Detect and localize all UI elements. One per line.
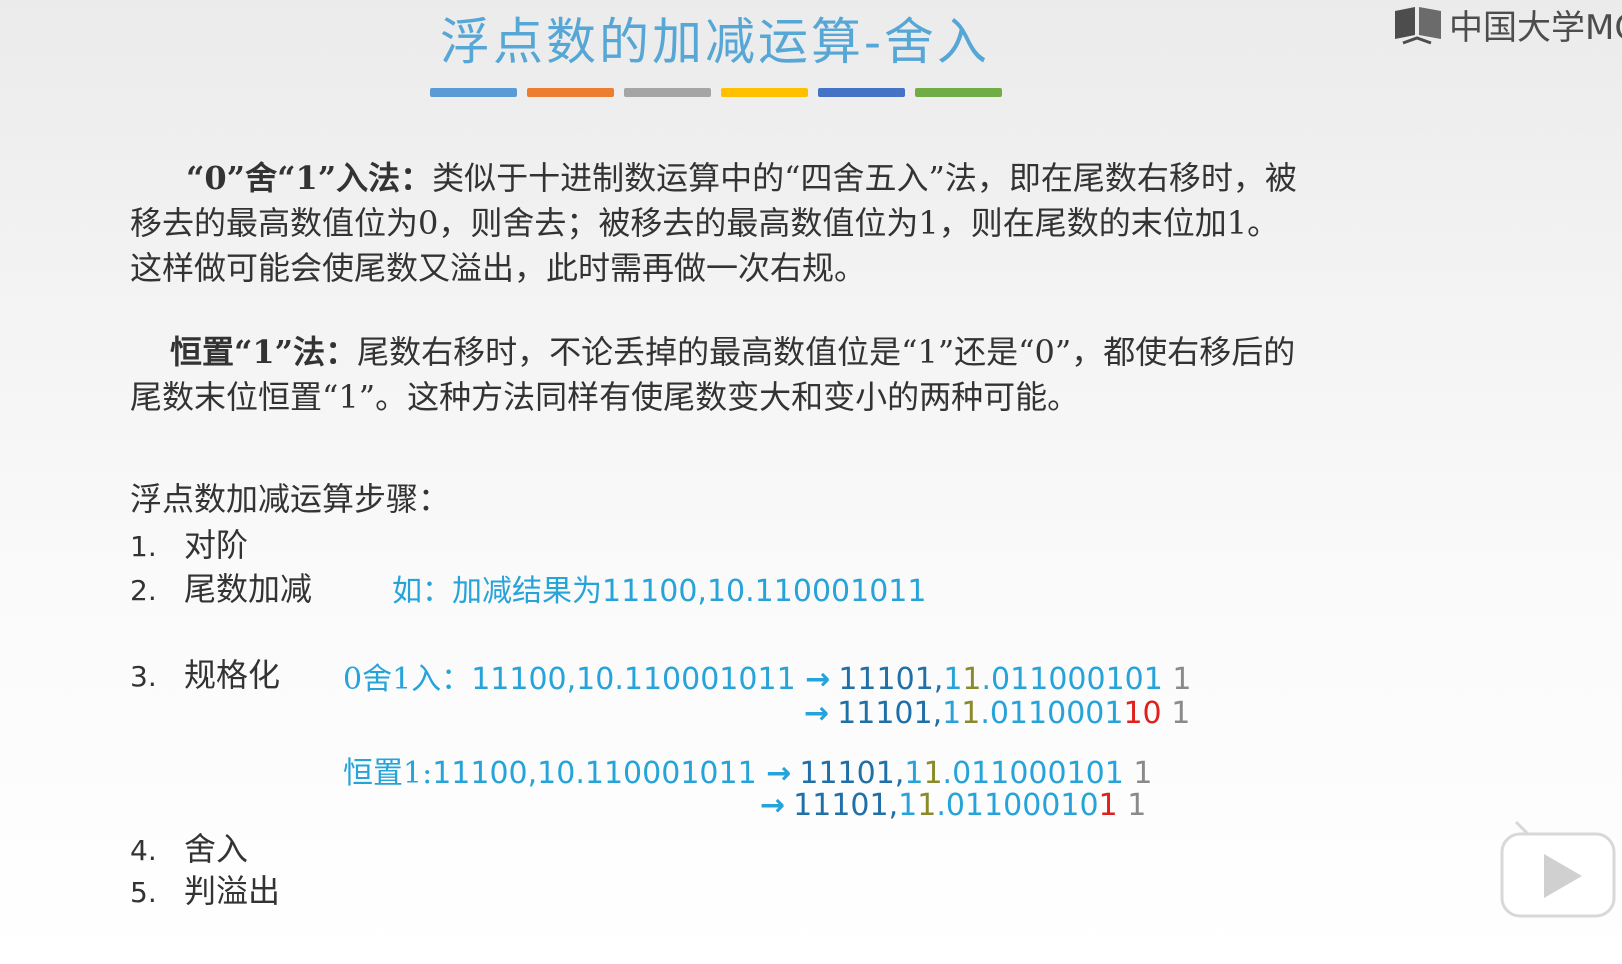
round-0-1-line1: 0舍1入：11100,10.110001011 → 11101,11.011000…: [343, 654, 1191, 698]
result-sign-b: 1: [917, 788, 937, 823]
result-exponent: 11101,: [837, 696, 943, 731]
result-sign-b: 1: [923, 756, 943, 791]
result-sign-a: 1: [942, 696, 962, 731]
color-bar: [430, 88, 517, 97]
round-0-1-paragraph: “0”舍“1”入法：类似于十进制数运算中的“四舍五入”法，即在尾数右移时，被移去…: [130, 156, 1310, 291]
color-bar: [624, 88, 711, 97]
result-sign-b: 1: [962, 662, 982, 697]
round-0-1-heading: “0”舍“1”入法：: [186, 159, 433, 197]
set-1-label: 恒置1:: [343, 756, 433, 791]
arrow-right-icon: →: [766, 756, 792, 791]
step-item: 5. 判溢出: [130, 866, 280, 912]
example-prefix: 如：: [392, 574, 452, 609]
set-1-line2: → 11101,11.011000101 1: [760, 788, 1146, 823]
book-icon: [1395, 6, 1441, 44]
steps-heading: 浮点数加减运算步骤：: [130, 480, 451, 518]
arrow-right-icon: →: [805, 662, 831, 697]
step-number: 5.: [130, 876, 157, 909]
result-exponent: 11101,: [838, 662, 944, 697]
step-item: 1. 对阶: [130, 520, 248, 566]
set-1-line1: 恒置1:11100,10.110001011 → 11101,11.0110001…: [343, 748, 1153, 792]
round-0-1-source: 11100,10.110001011: [471, 662, 796, 697]
result-sign-b: 1: [961, 696, 981, 731]
arrow-right-icon: →: [804, 696, 830, 731]
round-0-1-label: 0舍1入：: [343, 662, 472, 697]
page-title: 浮点数的加减运算-舍入: [440, 13, 990, 71]
step-number: 4.: [130, 834, 157, 867]
step-label: 规格化: [184, 656, 281, 694]
color-bar: [915, 88, 1002, 97]
set-1-paragraph: 恒置“1”法：尾数右移时，不论丢掉的最高数值位是“1”还是“0”，都使右移后的尾…: [130, 330, 1310, 420]
result-exponent: 11101,: [799, 756, 905, 791]
step-number: 2.: [130, 574, 157, 607]
changed-bits: 1: [1098, 788, 1118, 823]
dropped-bit: 1: [1172, 662, 1192, 697]
result-sign-a: 1: [898, 788, 918, 823]
step-label: 对阶: [184, 526, 249, 564]
dropped-bit: 1: [1133, 756, 1153, 791]
example-text: 加减结果为11100,10.110001011: [452, 574, 927, 609]
result-sign-a: 1: [904, 756, 924, 791]
step-item: 2. 尾数加减: [130, 564, 312, 610]
title-underline-bars: [430, 88, 1002, 97]
step-item: 4. 舍入: [130, 824, 248, 870]
arrow-right-icon: →: [760, 788, 786, 823]
round-0-1-line2: → 11101,11.011000110 1: [804, 696, 1190, 731]
logo-text: 中国大学MO: [1449, 8, 1622, 48]
step-label: 判溢出: [184, 872, 281, 910]
color-bar: [818, 88, 905, 97]
set-1-heading: 恒置“1”法：: [170, 333, 358, 371]
video-play-button[interactable]: [1498, 820, 1618, 920]
result-mantissa: .0110001: [980, 696, 1124, 731]
example-line: 如：加减结果为11100,10.110001011: [392, 566, 926, 610]
dropped-bit: 1: [1127, 788, 1147, 823]
mooc-logo: 中国大学MO: [1393, 0, 1622, 49]
result-mantissa: .01100010: [936, 788, 1099, 823]
step-label: 尾数加减: [184, 570, 313, 608]
result-mantissa: .011000101: [942, 756, 1124, 791]
play-icon: [1500, 820, 1616, 918]
step-number: 1.: [130, 530, 157, 563]
color-bar: [527, 88, 614, 97]
set-1-source: 11100,10.110001011: [432, 756, 757, 791]
result-sign-a: 1: [943, 662, 963, 697]
changed-bits: 10: [1123, 696, 1162, 731]
color-bar: [721, 88, 808, 97]
dropped-bit: 1: [1171, 696, 1191, 731]
step-number: 3.: [130, 660, 157, 693]
result-exponent: 11101,: [793, 788, 899, 823]
step-item: 3. 规格化: [130, 650, 280, 696]
step-label: 舍入: [184, 830, 249, 868]
result-mantissa: .011000101: [981, 662, 1163, 697]
